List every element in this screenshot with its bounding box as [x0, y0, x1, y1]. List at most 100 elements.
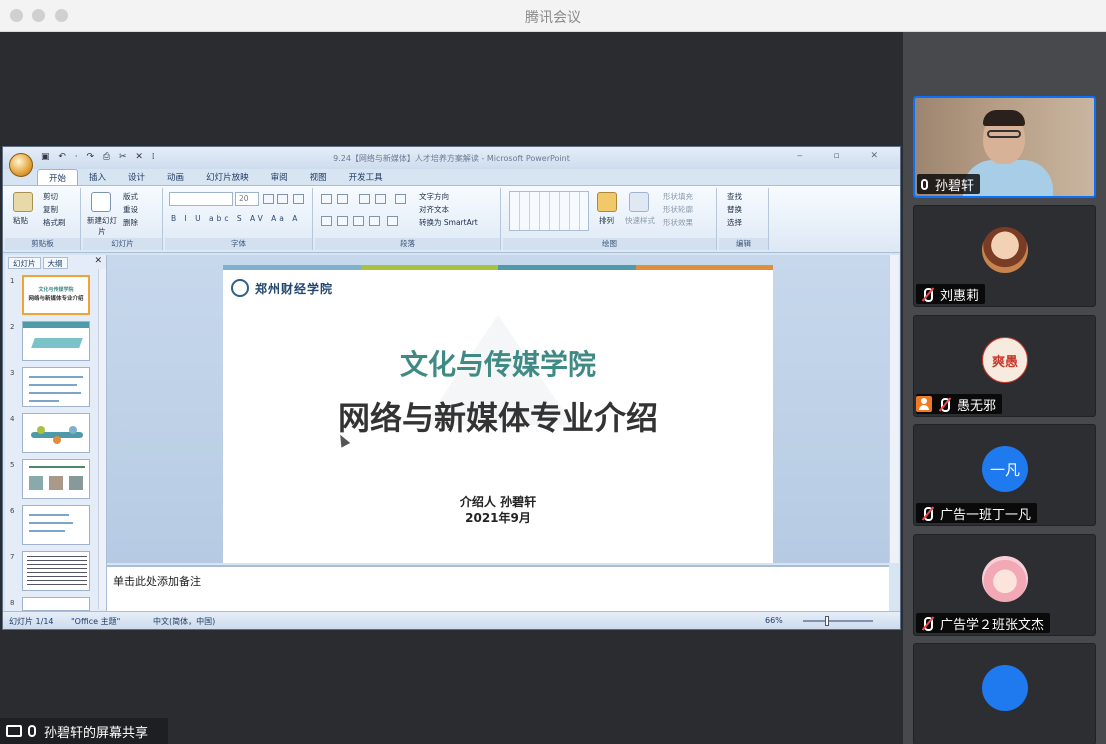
tab-animations[interactable]: 动画: [156, 169, 195, 185]
tab-insert[interactable]: 插入: [78, 169, 117, 185]
current-slide[interactable]: 郑州财经学院 文化与传媒学院 网络与新媒体专业介绍 介绍人 孙碧轩 2021年9…: [223, 265, 773, 563]
thumb1-line1: 文化与传媒学院: [38, 287, 74, 293]
slide-thumbnail-5[interactable]: [22, 459, 90, 499]
new-slide-button[interactable]: 新建幻灯片: [85, 215, 119, 237]
participant-tile-1[interactable]: 孙碧轩: [913, 96, 1096, 198]
participant-tile-5[interactable]: 广告学２班张文杰: [913, 534, 1096, 636]
thumb-number: 2: [10, 323, 15, 331]
line-spacing-icon[interactable]: [395, 194, 406, 204]
participant-nametag: 孙碧轩: [917, 174, 981, 194]
slide-thumbnail-4[interactable]: [22, 413, 90, 453]
text-direction-button[interactable]: 文字方向: [419, 191, 449, 202]
panel-close-icon[interactable]: ✕: [94, 256, 102, 266]
tab-developer[interactable]: 开发工具: [338, 169, 394, 185]
mic-on-icon: [921, 178, 928, 190]
align-center-icon[interactable]: [337, 216, 348, 226]
shape-fill-button[interactable]: 形状填充: [663, 191, 693, 202]
thumb-number: 3: [10, 369, 15, 377]
shrink-font-icon[interactable]: [277, 194, 288, 204]
participant-tile-3[interactable]: 爽愚 愚无邪: [913, 315, 1096, 417]
align-left-icon[interactable]: [321, 216, 332, 226]
tab-review[interactable]: 审阅: [260, 169, 299, 185]
tab-home[interactable]: 开始: [37, 169, 79, 185]
participant-tile-2[interactable]: 刘惠莉: [913, 205, 1096, 307]
thumb-number: 6: [10, 507, 15, 515]
columns-icon[interactable]: [387, 216, 398, 226]
numbering-icon[interactable]: [337, 194, 348, 204]
panel-tabs: 幻灯片 大纲: [8, 257, 70, 269]
tencent-meeting-window: 腾讯会议 9.24【网络与新媒体】人才培养方案解读 - Microsoft Po…: [0, 0, 1106, 744]
delete-slide-button[interactable]: 删除: [123, 217, 138, 228]
arrange-button[interactable]: 排列: [599, 215, 614, 226]
slide-thumbnail-3[interactable]: [22, 367, 90, 407]
participant-tile-4[interactable]: 一凡 广告一班丁一凡: [913, 424, 1096, 526]
avatar: [982, 556, 1028, 602]
slide-title-major: 网络与新媒体专业介绍: [337, 399, 658, 437]
quick-access-toolbar[interactable]: ▣ ↶ · ↷ ⎙ ✂ ✕ ⁞: [41, 152, 158, 162]
mic-muted-icon: [920, 506, 934, 521]
select-button[interactable]: 选择: [727, 217, 742, 228]
shapes-gallery[interactable]: [509, 191, 589, 231]
zoom-slider-handle[interactable]: [825, 616, 829, 626]
tab-outline-panel[interactable]: 大纲: [42, 257, 68, 269]
tab-view[interactable]: 视图: [299, 169, 338, 185]
decrease-indent-icon[interactable]: [359, 194, 370, 204]
slide-thumbnail-6[interactable]: [22, 505, 90, 545]
grow-font-icon[interactable]: [263, 194, 274, 204]
font-size-field[interactable]: 20: [235, 192, 259, 206]
cut-button[interactable]: 剪切: [43, 191, 58, 202]
editing-group: 查找 替换 选择 编辑: [719, 188, 769, 250]
align-text-button[interactable]: 对齐文本: [419, 204, 449, 215]
slide-thumbnail-2[interactable]: [22, 321, 90, 361]
slide-scrollbar[interactable]: [889, 255, 899, 563]
shape-effects-button[interactable]: 形状效果: [663, 217, 693, 228]
host-icon: [916, 396, 932, 412]
office-button[interactable]: [9, 153, 33, 177]
panel-scrollbar[interactable]: [98, 269, 106, 609]
notes-pane[interactable]: 单击此处添加备注: [107, 565, 889, 611]
slide-thumbnail-8[interactable]: [22, 597, 90, 611]
participant-list: 孙碧轩 刘惠莉 爽愚 愚无邪 一凡 广告一班丁一凡 广告学２班张文杰: [903, 32, 1106, 744]
editing-label: 编辑: [719, 238, 768, 250]
bullets-icon[interactable]: [321, 194, 332, 204]
layout-button[interactable]: 版式: [123, 191, 138, 202]
participant-name: 广告一班丁一凡: [940, 507, 1032, 523]
find-button[interactable]: 查找: [727, 191, 742, 202]
clear-format-icon[interactable]: [293, 194, 304, 204]
slide-color-stripe: [223, 265, 773, 270]
align-right-icon[interactable]: [353, 216, 364, 226]
shape-outline-button[interactable]: 形状轮廓: [663, 204, 693, 215]
slide-thumbnail-7[interactable]: [22, 551, 90, 591]
replace-button[interactable]: 替换: [727, 204, 742, 215]
ppt-window-controls[interactable]: ‒ ▫ ✕: [797, 151, 892, 161]
participant-tile-6[interactable]: [913, 643, 1096, 744]
zoom-slider[interactable]: [803, 620, 873, 622]
justify-icon[interactable]: [369, 216, 380, 226]
notes-placeholder: 单击此处添加备注: [113, 575, 201, 588]
format-painter-button[interactable]: 格式刷: [43, 217, 66, 228]
reset-button[interactable]: 重设: [123, 204, 138, 215]
slide-thumbnail-1[interactable]: 文化与传媒学院 网络与新媒体专业介绍: [22, 275, 90, 315]
mic-muted-icon: [937, 397, 951, 412]
theme-name: "Office 主题": [71, 617, 121, 626]
font-format-buttons[interactable]: B I U abc S AV Aa A: [171, 214, 300, 223]
tab-slideshow[interactable]: 幻灯片放映: [195, 169, 260, 185]
powerpoint-window: 9.24【网络与新媒体】人才培养方案解读 - Microsoft PowerPo…: [2, 146, 901, 630]
copy-button[interactable]: 复制: [43, 204, 58, 215]
quick-styles-icon: [629, 192, 649, 212]
ribbon-tabs: 开始 插入 设计 动画 幻灯片放映 审阅 视图 开发工具: [37, 169, 394, 185]
language-indicator: 中文(简体，中国): [153, 617, 216, 626]
font-label: 字体: [165, 238, 312, 250]
avatar: 一凡: [982, 446, 1028, 492]
convert-smartart-button[interactable]: 转换为 SmartArt: [419, 217, 478, 228]
tab-design[interactable]: 设计: [117, 169, 156, 185]
clipboard-label: 剪贴板: [5, 238, 80, 250]
paragraph-label: 段落: [315, 238, 500, 250]
paragraph-group: 文字方向 对齐文本 转换为 SmartArt 段落: [315, 188, 501, 250]
tab-slides-panel[interactable]: 幻灯片: [8, 257, 41, 269]
font-name-field[interactable]: [169, 192, 233, 206]
increase-indent-icon[interactable]: [375, 194, 386, 204]
window-titlebar: 腾讯会议: [0, 0, 1106, 32]
paste-button[interactable]: 粘贴: [13, 215, 28, 226]
quick-styles-button[interactable]: 快速样式: [625, 215, 655, 226]
